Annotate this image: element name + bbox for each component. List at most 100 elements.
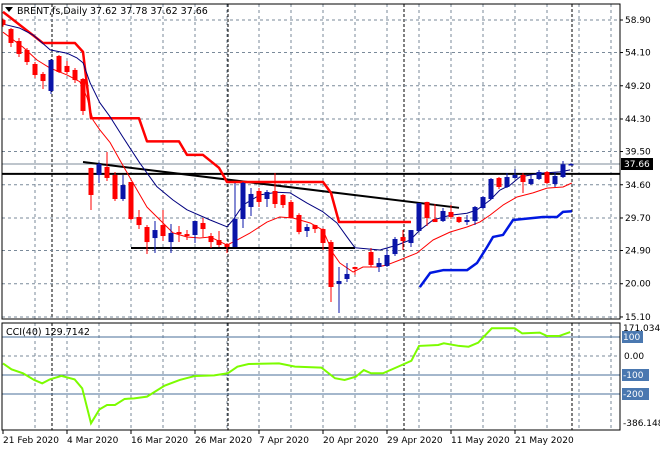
time-axis-label: 7 Apr 2020 — [259, 436, 309, 446]
candle-body — [184, 234, 190, 237]
candle-body — [192, 221, 198, 235]
candle-body — [152, 230, 158, 239]
time-axis-label: 26 Mar 2020 — [195, 436, 252, 446]
candle-body — [160, 225, 166, 237]
time-axis-label: 20 Apr 2020 — [323, 436, 379, 446]
candle-body — [448, 212, 454, 218]
candle-body — [552, 176, 558, 185]
cci-zero-label: 0.00 — [624, 352, 644, 362]
chart-canvas[interactable]: 58.90 54.10 49.20 44.30 39.50 34.60 29.70 24.90… — [0, 0, 660, 450]
candle-body — [72, 69, 78, 81]
price-axis-label: 54.10 — [625, 49, 651, 59]
candle-body — [88, 168, 94, 195]
candle-body — [112, 174, 118, 199]
candle-body — [56, 56, 62, 73]
symbol-label: BRENT,fs,Daily — [17, 6, 88, 17]
candle-body — [216, 240, 222, 246]
candle-body — [472, 206, 478, 222]
candle-body — [280, 194, 286, 206]
chart-header: BRENT,fs,Daily 37.62 37.78 37.62 37.66 — [5, 6, 208, 17]
candle-body — [352, 266, 358, 269]
time-axis-label: 21 Feb 2020 — [3, 436, 59, 446]
candle-body — [328, 242, 334, 287]
candle-body — [80, 78, 86, 111]
candle-body — [488, 178, 494, 199]
candle-body — [8, 29, 14, 43]
candle-body — [408, 230, 414, 243]
candle — [456, 216, 462, 223]
candle-body — [232, 218, 238, 247]
candle-body — [528, 178, 534, 185]
candle — [488, 177, 494, 200]
candle-body — [376, 262, 382, 267]
cci-max-label: 171.0341 — [623, 324, 660, 334]
cci-min-label: -386.148 — [623, 419, 660, 429]
candle-body — [392, 238, 398, 255]
candle-body — [288, 201, 294, 219]
candle-body — [496, 177, 502, 187]
candle-body — [64, 65, 70, 73]
candle-body — [272, 190, 278, 205]
candle-body — [296, 214, 302, 233]
candle-body — [424, 201, 430, 219]
candle-body — [264, 192, 270, 199]
candle-body — [416, 202, 422, 231]
candle-body — [512, 174, 518, 178]
candle-body — [544, 172, 550, 183]
candle-body — [168, 233, 174, 243]
time-axis-label: 21 May 2020 — [515, 436, 574, 446]
candle-body — [96, 164, 102, 175]
candle-body — [144, 226, 150, 243]
cci-label: CCI(40) 129.7142 — [6, 327, 90, 338]
candle-body — [24, 49, 30, 63]
candle-body — [320, 229, 326, 243]
candle-body — [248, 193, 254, 207]
candle-body — [568, 164, 574, 166]
cci-level-label: -200 — [623, 390, 644, 400]
candle-body — [256, 190, 262, 202]
candle-body — [520, 174, 526, 182]
candle-body — [480, 197, 486, 209]
cci-level-label: 100 — [623, 333, 640, 343]
candle-body — [384, 254, 390, 266]
candle — [392, 237, 398, 257]
candle-body — [48, 60, 54, 91]
candle — [544, 170, 550, 185]
candle-body — [32, 64, 38, 75]
candle-body — [16, 41, 22, 54]
time-axis-label: 11 May 2020 — [451, 436, 510, 446]
candle-body — [344, 273, 350, 279]
candle — [112, 172, 118, 202]
candle-body — [208, 236, 214, 243]
candle-body — [312, 225, 318, 230]
price-axis-label: 15.10 — [625, 313, 651, 323]
candle — [56, 54, 62, 74]
candle-body — [536, 172, 542, 179]
price-axis-label: 24.90 — [625, 247, 651, 257]
candle-body — [432, 218, 438, 223]
candle-body — [40, 73, 46, 82]
candle-body — [456, 217, 462, 223]
candle-body — [504, 177, 510, 187]
candle — [128, 181, 134, 221]
candle-body — [440, 210, 446, 222]
candle-body — [120, 185, 126, 199]
price-axis-label: 44.30 — [625, 115, 651, 125]
candle-body — [104, 166, 110, 178]
ohlc-label: 37.62 37.78 37.62 37.66 — [90, 6, 208, 17]
candle — [288, 200, 294, 219]
price-axis-label: 29.70 — [625, 214, 651, 224]
candle-body — [560, 164, 566, 178]
price-axis-label: 34.60 — [625, 181, 651, 191]
candle-body — [200, 222, 206, 230]
candle-body — [128, 181, 134, 219]
current-price-label: 37.66 — [624, 160, 650, 170]
price-axis-label: 39.50 — [625, 148, 651, 158]
candle — [416, 202, 422, 233]
time-axis-label: 16 Mar 2020 — [131, 436, 188, 446]
time-axis-label: 29 Apr 2020 — [387, 436, 443, 446]
price-axis-label: 58.90 — [625, 16, 651, 26]
candle-body — [240, 182, 246, 219]
candle-body — [400, 237, 406, 242]
candle-body — [224, 244, 230, 247]
